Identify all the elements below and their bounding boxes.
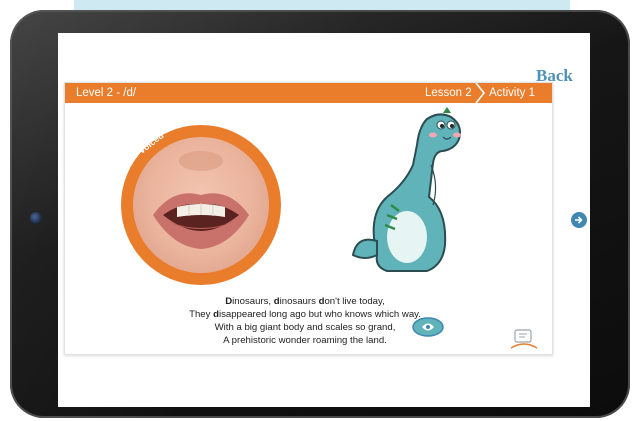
poem-line: Dinosaurs, dinosaurs don't live today, [225,296,385,307]
ear-sound-icon[interactable] [411,316,445,338]
lesson-label[interactable]: Lesson 2 [425,87,472,99]
next-button[interactable] [571,212,587,228]
arrow-right-icon [575,216,583,224]
brand-logo [510,329,538,349]
mouth-image [153,151,249,249]
camera-icon [30,212,42,224]
activity-card: Level 2 - /d/ Lesson 2 Activity 1 voiced [64,82,553,355]
level-title: Level 2 - /d/ [76,87,137,99]
mouth-illustration: voiced [121,125,281,285]
chevron-right-icon [475,83,486,103]
mouth-photo [133,137,269,273]
dinosaur-illustration [351,107,461,272]
header-bar: Level 2 - /d/ Lesson 2 Activity 1 [65,83,552,103]
activity-label[interactable]: Activity 1 [489,87,535,99]
